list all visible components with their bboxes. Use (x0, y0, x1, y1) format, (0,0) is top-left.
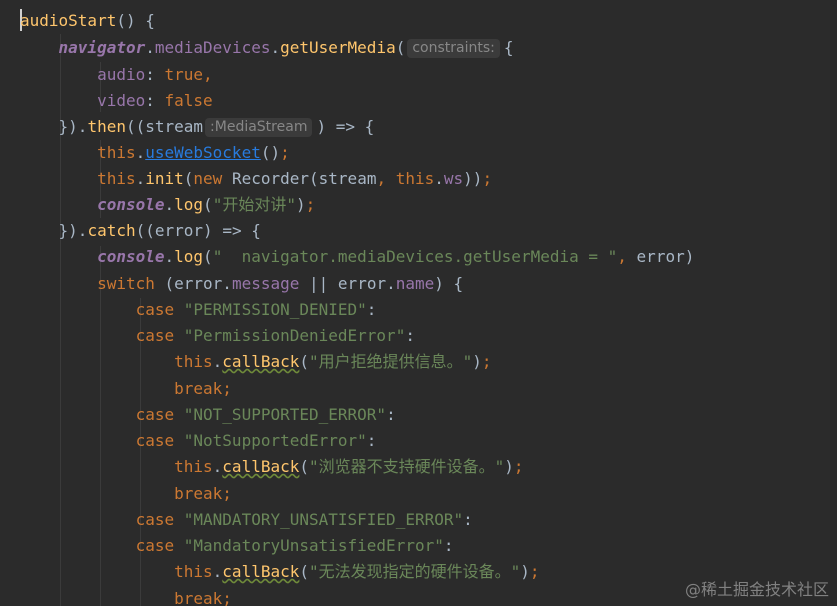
code-line[interactable]: case "MANDATORY_UNSATISFIED_ERROR": (20, 507, 473, 533)
code-line[interactable]: audioStart() { (20, 8, 155, 34)
string-literal: "PermissionDeniedError" (183, 326, 406, 345)
keyword: case (135, 300, 175, 319)
identifier: error (154, 221, 204, 240)
string-literal: "MANDATORY_UNSATISFIED_ERROR" (183, 510, 464, 529)
class-name: Recorder (231, 169, 310, 188)
keyword: break (174, 379, 223, 398)
string-literal: "无法发现指定的硬件设备。" (309, 562, 521, 581)
keyword: switch (97, 274, 155, 293)
code-line[interactable]: break; (20, 481, 232, 507)
keyword: case (135, 405, 175, 424)
function-call: then (87, 117, 126, 136)
code-line[interactable]: case "PERMISSION_DENIED": (20, 297, 377, 323)
keyword: this (174, 352, 213, 371)
watermark: @稀土掘金技术社区 (684, 580, 829, 599)
identifier: error (636, 247, 685, 266)
parameter-hint: constraints: (407, 39, 500, 58)
function-call: getUserMedia (280, 38, 396, 57)
code-line[interactable]: case "NotSupportedError": (20, 428, 377, 454)
global-object: navigator (58, 38, 146, 57)
string-literal: "PERMISSION_DENIED" (183, 300, 367, 319)
code-line[interactable]: }).then((stream:MediaStream) => { (20, 114, 374, 140)
keyword: break (174, 589, 223, 606)
code-line[interactable]: break; (20, 586, 232, 606)
keyword: true (164, 65, 204, 84)
keyword: case (135, 431, 175, 450)
function-call: useWebSocket (145, 143, 261, 162)
string-literal: " navigator.mediaDevices.getUserMedia = … (212, 247, 618, 266)
code-line[interactable]: case "MandatoryUnsatisfiedError": (20, 533, 454, 559)
code-line[interactable]: }).catch((error) => { (20, 218, 261, 244)
code-line[interactable]: break; (20, 376, 232, 402)
code-editor[interactable]: audioStart() { navigator.mediaDevices.ge… (0, 0, 837, 606)
method-name: audioStart (20, 11, 117, 30)
code-line[interactable]: navigator.mediaDevices.getUserMedia(cons… (20, 35, 514, 61)
property: ws (443, 169, 464, 188)
string-literal: "开始对讲" (212, 195, 296, 214)
code-line[interactable]: this.callBack("浏览器不支持硬件设备。"); (20, 454, 523, 480)
global-object: console (97, 247, 165, 266)
keyword: break (174, 484, 223, 503)
global-object: console (97, 195, 165, 214)
code-line[interactable]: case "PermissionDeniedError": (20, 323, 415, 349)
property: audio (97, 65, 146, 84)
code-line[interactable]: audio: true, (20, 62, 213, 88)
code-line[interactable]: this.callBack("用户拒绝提供信息。"); (20, 349, 491, 375)
string-literal: "NotSupportedError" (183, 431, 367, 450)
string-literal: "用户拒绝提供信息。" (309, 352, 473, 371)
string-literal: "浏览器不支持硬件设备。" (309, 457, 505, 476)
identifier: error (337, 274, 387, 293)
code-line[interactable]: this.callBack("无法发现指定的硬件设备。"); (20, 559, 539, 585)
code-text: ) => { (316, 117, 375, 136)
code-line[interactable]: console.log("开始对讲"); (20, 192, 315, 218)
code-line[interactable]: console.log(" navigator.mediaDevices.get… (20, 244, 694, 270)
string-literal: "NOT_SUPPORTED_ERROR" (183, 405, 387, 424)
keyword: case (135, 536, 175, 555)
keyword: new (193, 169, 223, 188)
identifier: stream (318, 169, 377, 188)
code-line[interactable]: video: false (20, 88, 213, 114)
keyword: case (135, 510, 175, 529)
code-line[interactable]: switch (error.message || error.name) { (20, 271, 463, 297)
function-call: log (174, 195, 204, 214)
code-text: () { (116, 11, 155, 30)
code-line[interactable]: this.useWebSocket(); (20, 140, 290, 166)
keyword: this (97, 143, 136, 162)
keyword: this (97, 169, 136, 188)
identifier: error (174, 274, 223, 293)
keyword: case (135, 326, 175, 345)
operator: || (309, 274, 329, 293)
function-call: callBack (222, 457, 300, 476)
code-line[interactable]: this.init(new Recorder(stream, this.ws))… (20, 166, 492, 192)
keyword: this (174, 457, 213, 476)
function-call: log (174, 247, 204, 266)
keyword: false (164, 91, 213, 110)
function-call: callBack (222, 352, 300, 371)
identifier: stream (145, 117, 204, 136)
keyword: this (395, 169, 435, 188)
function-call: catch (87, 221, 136, 240)
string-literal: "MandatoryUnsatisfiedError" (183, 536, 444, 555)
property: video (97, 91, 146, 110)
property: mediaDevices (154, 38, 271, 57)
code-line[interactable]: case "NOT_SUPPORTED_ERROR": (20, 402, 396, 428)
function-call: callBack (222, 562, 300, 581)
property: message (231, 274, 300, 293)
function-call: init (145, 169, 184, 188)
property: name (395, 274, 435, 293)
type-hint: :MediaStream (205, 118, 313, 137)
keyword: this (174, 562, 213, 581)
